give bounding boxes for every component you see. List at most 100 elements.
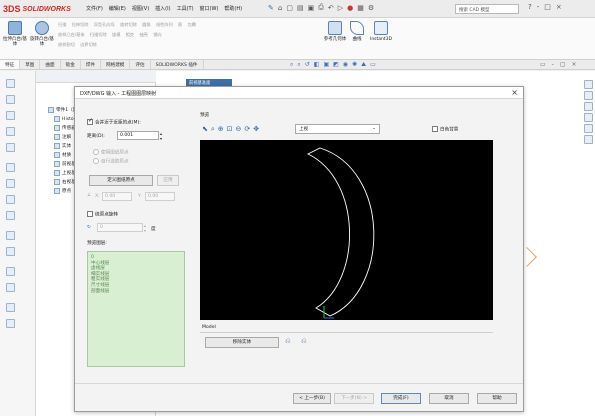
pan-icon[interactable]: ✥ [253,125,259,134]
doc-close-icon[interactable]: × [572,61,577,68]
home-icon[interactable]: ⌂ [278,4,282,12]
model-tab[interactable]: Model [202,325,216,330]
feature-manager-icon[interactable] [6,79,15,88]
solidworks-resources-icon[interactable] [584,80,593,89]
pick-origin-radio[interactable]: 自行选取原点 [93,158,129,165]
open-icon[interactable]: ▤ [297,4,304,12]
rotate-checkbox[interactable]: 绕原点旋转 [87,211,118,218]
smart-dimension-icon[interactable] [6,179,15,188]
appearances-icon[interactable] [584,124,593,133]
arc-icon[interactable] [6,247,15,256]
apply-scene-icon[interactable]: ⛰ [361,61,366,69]
zoom-out-icon[interactable]: ⊖ [236,125,242,134]
feature-rib[interactable]: 筋 [178,22,182,27]
help-icon[interactable]: ? [528,3,532,11]
hide-show-icon[interactable]: ◉ [343,61,348,69]
y-input[interactable]: 0.00 [145,192,175,201]
layer-item[interactable]: 剖面线层 [88,289,184,295]
tree-item-material[interactable]: 材质 [54,152,71,158]
distance-input[interactable]: 0.001 [117,131,159,140]
feature-hole-wizard[interactable]: 异型孔向导 [94,22,115,27]
feature-draft[interactable]: 拔模 [112,32,120,37]
section-view-icon[interactable]: ◧ [314,61,320,69]
tree-item-solid-bodies[interactable]: 实体 [54,143,71,149]
custom-properties-icon[interactable] [584,135,593,144]
angle-stepper[interactable]: ▴ ▾ [144,223,146,233]
feature-sweep[interactable]: 扫描 [58,22,66,27]
line-icon[interactable] [6,195,15,204]
previous-view-icon[interactable]: ↺ [305,61,310,69]
use-sheet-origin-radio[interactable]: 使用图纸原点 [93,149,129,156]
cancel-button[interactable]: 取消 [429,393,469,404]
feature-extrude-cut[interactable]: 拉伸切除 [72,22,89,27]
feature-revolve-cut[interactable]: 旋转切除 [120,22,137,27]
tab-weldments[interactable]: 焊件 [81,60,102,69]
zoom-area-icon[interactable]: ⊡ [227,125,233,134]
feature-boundary-cut[interactable]: 边界切除 [80,42,97,47]
property-manager-icon[interactable] [6,95,15,104]
select-arrow-icon[interactable]: ⬉ [202,125,208,134]
tab-mesh-modeling[interactable]: 网格建模 [101,60,131,69]
zoom-fit-icon[interactable]: ⌕ [290,61,293,69]
feature-wrap[interactable]: 包覆 [188,22,196,27]
save-icon[interactable]: ▣ [308,4,315,12]
design-library-icon[interactable] [584,91,593,100]
view-settings-icon[interactable]: ▭ [370,61,376,69]
mirror-icon[interactable] [6,283,15,292]
feature-loft-boss[interactable]: 放样凸台/基体 [58,32,85,37]
feature-fillet[interactable]: 圆角 [142,22,150,27]
menu-help[interactable]: 帮助(H) [224,5,242,12]
print-icon[interactable]: ⎙ [318,3,324,12]
rebuild-icon[interactable]: ● [347,4,353,12]
menu-edit[interactable]: 编辑(E) [109,5,126,12]
offset-icon[interactable] [6,303,15,312]
rotate-view-icon[interactable]: ⟳ [244,125,250,134]
menu-window[interactable]: 窗口(W) [200,5,219,12]
display-manager-icon[interactable] [6,143,15,152]
tree-item-sensors[interactable]: 传感器 [54,125,76,131]
zoom-in-icon[interactable]: ⊕ [218,125,224,134]
feature-intersect[interactable]: 相交 [126,32,134,37]
tab-evaluate[interactable]: 评估 [130,60,151,69]
tab-features[interactable]: 特征 [0,60,21,69]
menu-view[interactable]: 视图(V) [132,5,149,12]
define-origin-button[interactable]: 定义图纸原点 [89,175,153,186]
display-style-icon[interactable]: ◩ [333,61,339,69]
pattern-icon[interactable] [6,319,15,328]
next-button[interactable]: 下一步(N) > [334,393,374,404]
doc-maximize-icon[interactable]: ▢ [560,61,566,68]
file-properties-icon[interactable]: ▦ [357,4,364,12]
revolve-boss-button[interactable]: 旋转凸台/基体 [29,21,55,47]
menu-insert[interactable]: 插入(I) [155,5,170,12]
redo-icon[interactable]: ⎌ [301,337,307,346]
doc-restore-icon[interactable]: ▭ [540,61,546,68]
feature-sweep-cut[interactable]: 扫描切除 [90,32,107,37]
tree-item-origin[interactable]: 原点 [54,188,71,194]
dialog-close-button[interactable]: × [511,88,518,97]
zoom-area-icon[interactable]: ⌕ [297,61,300,69]
file-explorer-icon[interactable] [584,102,593,111]
trim-icon[interactable] [6,267,15,276]
options-icon[interactable]: ⚙ [368,4,374,12]
menu-file[interactable]: 文件(F) [86,5,103,12]
minimize-button[interactable]: - [537,3,540,11]
tree-item-annotations[interactable]: 注解 [54,134,71,140]
search-input[interactable]: 搜索 CAD 模型 [455,4,519,14]
undo-icon[interactable]: ↶ [328,4,334,12]
extrude-boss-button[interactable]: 拉伸凸台/基体 [2,21,28,47]
distance-stepper[interactable]: ▴ ▾ [160,131,162,141]
angle-input[interactable]: 0 [97,223,143,232]
feature-shell[interactable]: 抽壳 [139,32,147,37]
white-background-checkbox[interactable]: 白色背景 [432,126,458,133]
tab-addins[interactable]: SOLIDWORKS 插件 [151,60,204,69]
edit-appearance-icon[interactable]: ✺ [352,61,357,69]
view-orientation-select[interactable]: 上视 ⌄ [295,124,380,134]
view-palette-icon[interactable] [584,113,593,122]
instant3d-button[interactable]: Instant3D [366,21,396,42]
rectangle-icon[interactable] [6,231,15,240]
help-button[interactable]: 帮助 [477,393,517,404]
undo-icon[interactable]: ⎌ [285,337,291,346]
pin-icon[interactable]: ✎ [268,4,274,12]
doc-minimize-icon[interactable]: - [552,61,554,68]
merge-points-checkbox[interactable]: 合并近于近距的点(M): [87,117,141,126]
